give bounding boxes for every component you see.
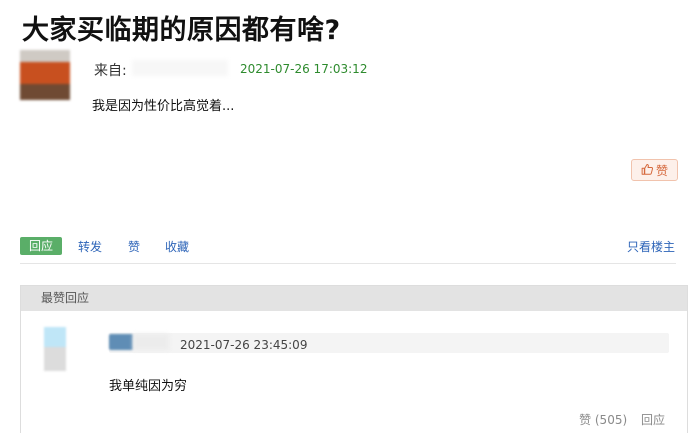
author-name-blurred[interactable]: [132, 60, 228, 76]
reply-reply-link[interactable]: 回应: [641, 413, 665, 427]
reply-footer: 赞 (505) 回应: [579, 411, 665, 428]
only-op-link[interactable]: 只看楼主: [627, 238, 675, 255]
reply-tab[interactable]: 回应: [20, 237, 62, 255]
like-link[interactable]: 赞: [128, 238, 140, 255]
reply-author-blurred-text: [133, 334, 169, 350]
author-avatar[interactable]: [20, 50, 70, 100]
best-replies-header: 最赞回应: [21, 286, 687, 311]
best-replies-section: 最赞回应 2021-07-26 23:45:09 我单纯因为穷 赞 (505) …: [20, 285, 688, 433]
reply-like-link[interactable]: 赞 (505): [579, 413, 627, 427]
from-label: 来自:: [94, 63, 127, 79]
forward-link[interactable]: 转发: [78, 238, 102, 255]
post-timestamp: 2021-07-26 17:03:12: [240, 62, 368, 76]
reply-text: 我单纯因为穷: [109, 379, 188, 394]
post-action-bar: 回应 转发 赞 收藏 只看楼主: [20, 236, 676, 258]
post-title: 大家买临期的原因都有啥?: [22, 15, 341, 46]
post-like-label: 赞: [655, 163, 668, 178]
post-body: 我是因为性价比高觉着...: [92, 99, 235, 114]
thumbs-up-icon: [641, 163, 654, 178]
collect-link[interactable]: 收藏: [165, 238, 189, 255]
reply-author-blurred[interactable]: [109, 334, 133, 350]
post-like-button[interactable]: 赞: [631, 159, 678, 181]
reply-avatar[interactable]: [44, 327, 66, 371]
reply-timestamp: 2021-07-26 23:45:09: [180, 338, 308, 352]
divider: [20, 263, 676, 264]
